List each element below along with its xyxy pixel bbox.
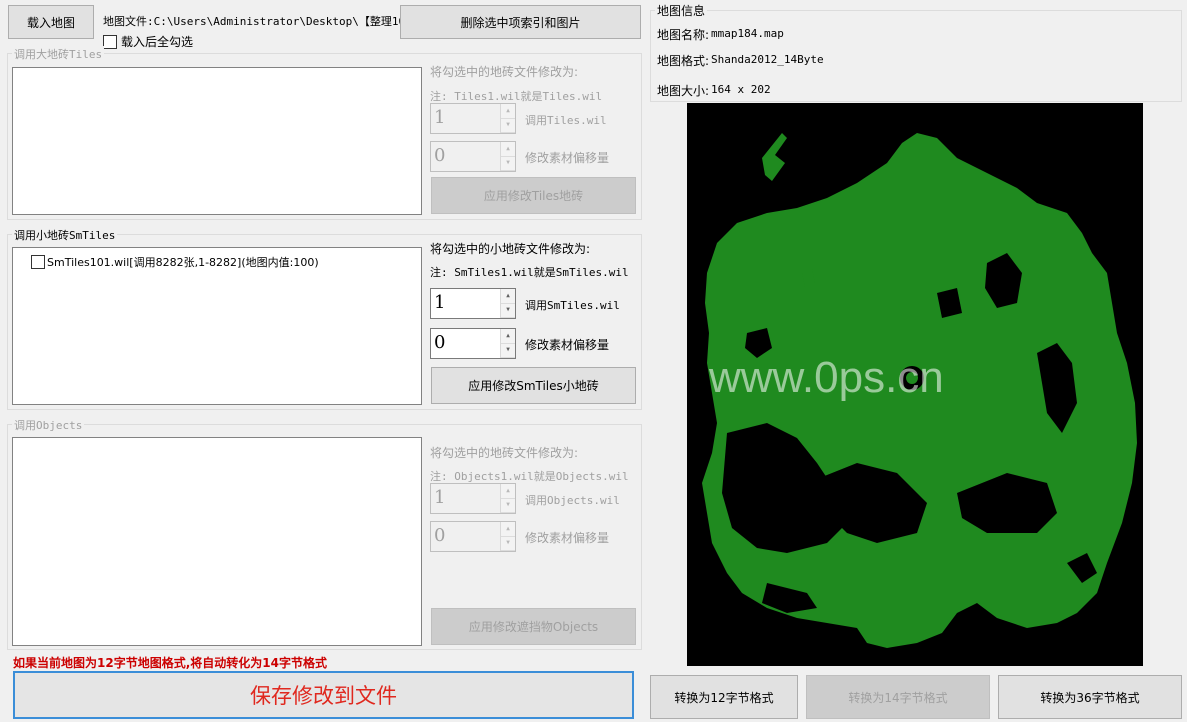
list-item[interactable]: SmTiles101.wil[调用8282张,1-8282](地图内值:100) bbox=[31, 254, 319, 270]
tiles-offset-stepper[interactable]: 0 ▲ ▼ bbox=[430, 141, 516, 172]
map-file-path: 地图文件:C:\Users\Administrator\Desktop\【整理1… bbox=[103, 15, 403, 28]
down-arrow-icon[interactable]: ▼ bbox=[501, 156, 515, 171]
convert-to-12byte-button[interactable]: 转换为12字节格式 bbox=[650, 675, 798, 719]
smtiles-note: 注: SmTiles1.wil就是SmTiles.wil bbox=[430, 266, 629, 279]
list-item-checkbox[interactable] bbox=[31, 255, 45, 269]
map-name-row: 地图名称: mmap184.map bbox=[657, 27, 784, 42]
format-warning-text: 如果当前地图为12字节地图格式,将自动转化为14字节格式 bbox=[13, 656, 327, 670]
objects-note: 注: Objects1.wil就是Objects.wil bbox=[430, 470, 629, 483]
up-arrow-icon[interactable]: ▲ bbox=[501, 484, 515, 499]
tiles-offset-label: 修改素材偏移量 bbox=[525, 151, 610, 165]
up-arrow-icon[interactable]: ▲ bbox=[501, 104, 515, 119]
watermark: www.0ps.cn bbox=[709, 353, 944, 402]
convert-to-14byte-button[interactable]: 转换为14字节格式 bbox=[806, 675, 990, 719]
objects-index-stepper[interactable]: 1 ▲ ▼ bbox=[430, 483, 516, 514]
apply-objects-button[interactable]: 应用修改遮挡物Objects bbox=[431, 608, 636, 645]
up-arrow-icon[interactable]: ▲ bbox=[501, 329, 515, 344]
select-all-after-load-label: 载入后全勾选 bbox=[121, 35, 194, 49]
checkbox-box[interactable] bbox=[103, 34, 117, 49]
up-arrow-icon[interactable]: ▲ bbox=[501, 522, 515, 537]
map-info-legend: 地图信息 bbox=[655, 2, 708, 19]
smtiles-list[interactable]: SmTiles101.wil[调用8282张,1-8282](地图内值:100) bbox=[12, 247, 422, 405]
tiles-index-stepper[interactable]: 1 ▲ ▼ bbox=[430, 103, 516, 134]
up-arrow-icon[interactable]: ▲ bbox=[501, 289, 515, 304]
list-item-label: SmTiles101.wil[调用8282张,1-8282](地图内值:100) bbox=[47, 256, 319, 269]
smtiles-index-stepper[interactable]: 1 ▲ ▼ bbox=[430, 288, 516, 319]
up-arrow-icon[interactable]: ▲ bbox=[501, 142, 515, 157]
smtiles-modify-label: 将勾选中的小地砖文件修改为: bbox=[430, 242, 591, 256]
select-all-after-load-checkbox[interactable]: 载入后全勾选 bbox=[103, 33, 193, 50]
delete-selected-button[interactable]: 删除选中项索引和图片 bbox=[400, 5, 641, 39]
down-arrow-icon[interactable]: ▼ bbox=[501, 343, 515, 358]
map-size-value: 164 x 202 bbox=[711, 83, 771, 96]
down-arrow-icon[interactable]: ▼ bbox=[501, 118, 515, 133]
down-arrow-icon[interactable]: ▼ bbox=[501, 303, 515, 318]
map-format-row: 地图格式: Shanda2012_14Byte bbox=[657, 53, 824, 68]
map-name-value: mmap184.map bbox=[711, 27, 784, 40]
objects-list[interactable] bbox=[12, 437, 422, 646]
apply-tiles-button[interactable]: 应用修改Tiles地砖 bbox=[431, 177, 636, 214]
smtiles-offset-stepper[interactable]: 0 ▲ ▼ bbox=[430, 328, 516, 359]
apply-smtiles-button[interactable]: 应用修改SmTiles小地砖 bbox=[431, 367, 636, 404]
tiles-note: 注: Tiles1.wil就是Tiles.wil bbox=[430, 90, 603, 103]
map-format-value: Shanda2012_14Byte bbox=[711, 53, 824, 66]
smtiles-index-label: 调用SmTiles.wil bbox=[525, 299, 620, 312]
objects-index-label: 调用Objects.wil bbox=[525, 494, 620, 507]
objects-offset-label: 修改素材偏移量 bbox=[525, 531, 610, 545]
convert-to-36byte-button[interactable]: 转换为36字节格式 bbox=[998, 675, 1182, 719]
objects-offset-stepper[interactable]: 0 ▲ ▼ bbox=[430, 521, 516, 552]
tiles-modify-label: 将勾选中的地砖文件修改为: bbox=[430, 65, 579, 79]
objects-group-legend: 调用Objects bbox=[12, 417, 85, 433]
tiles-index-label: 调用Tiles.wil bbox=[525, 114, 607, 127]
objects-modify-label: 将勾选中的地砖文件修改为: bbox=[430, 446, 579, 460]
smtiles-group-legend: 调用小地砖SmTiles bbox=[12, 227, 118, 243]
down-arrow-icon[interactable]: ▼ bbox=[501, 536, 515, 551]
smtiles-offset-label: 修改素材偏移量 bbox=[525, 338, 610, 352]
down-arrow-icon[interactable]: ▼ bbox=[501, 498, 515, 513]
tiles-list[interactable] bbox=[12, 67, 422, 215]
map-size-row: 地图大小: 164 x 202 bbox=[657, 83, 771, 98]
tiles-group-legend: 调用大地砖Tiles bbox=[12, 46, 105, 62]
save-to-file-button[interactable]: 保存修改到文件 bbox=[13, 671, 634, 719]
load-map-button[interactable]: 载入地图 bbox=[8, 5, 94, 39]
map-preview[interactable]: www.0ps.cn bbox=[687, 103, 1143, 666]
